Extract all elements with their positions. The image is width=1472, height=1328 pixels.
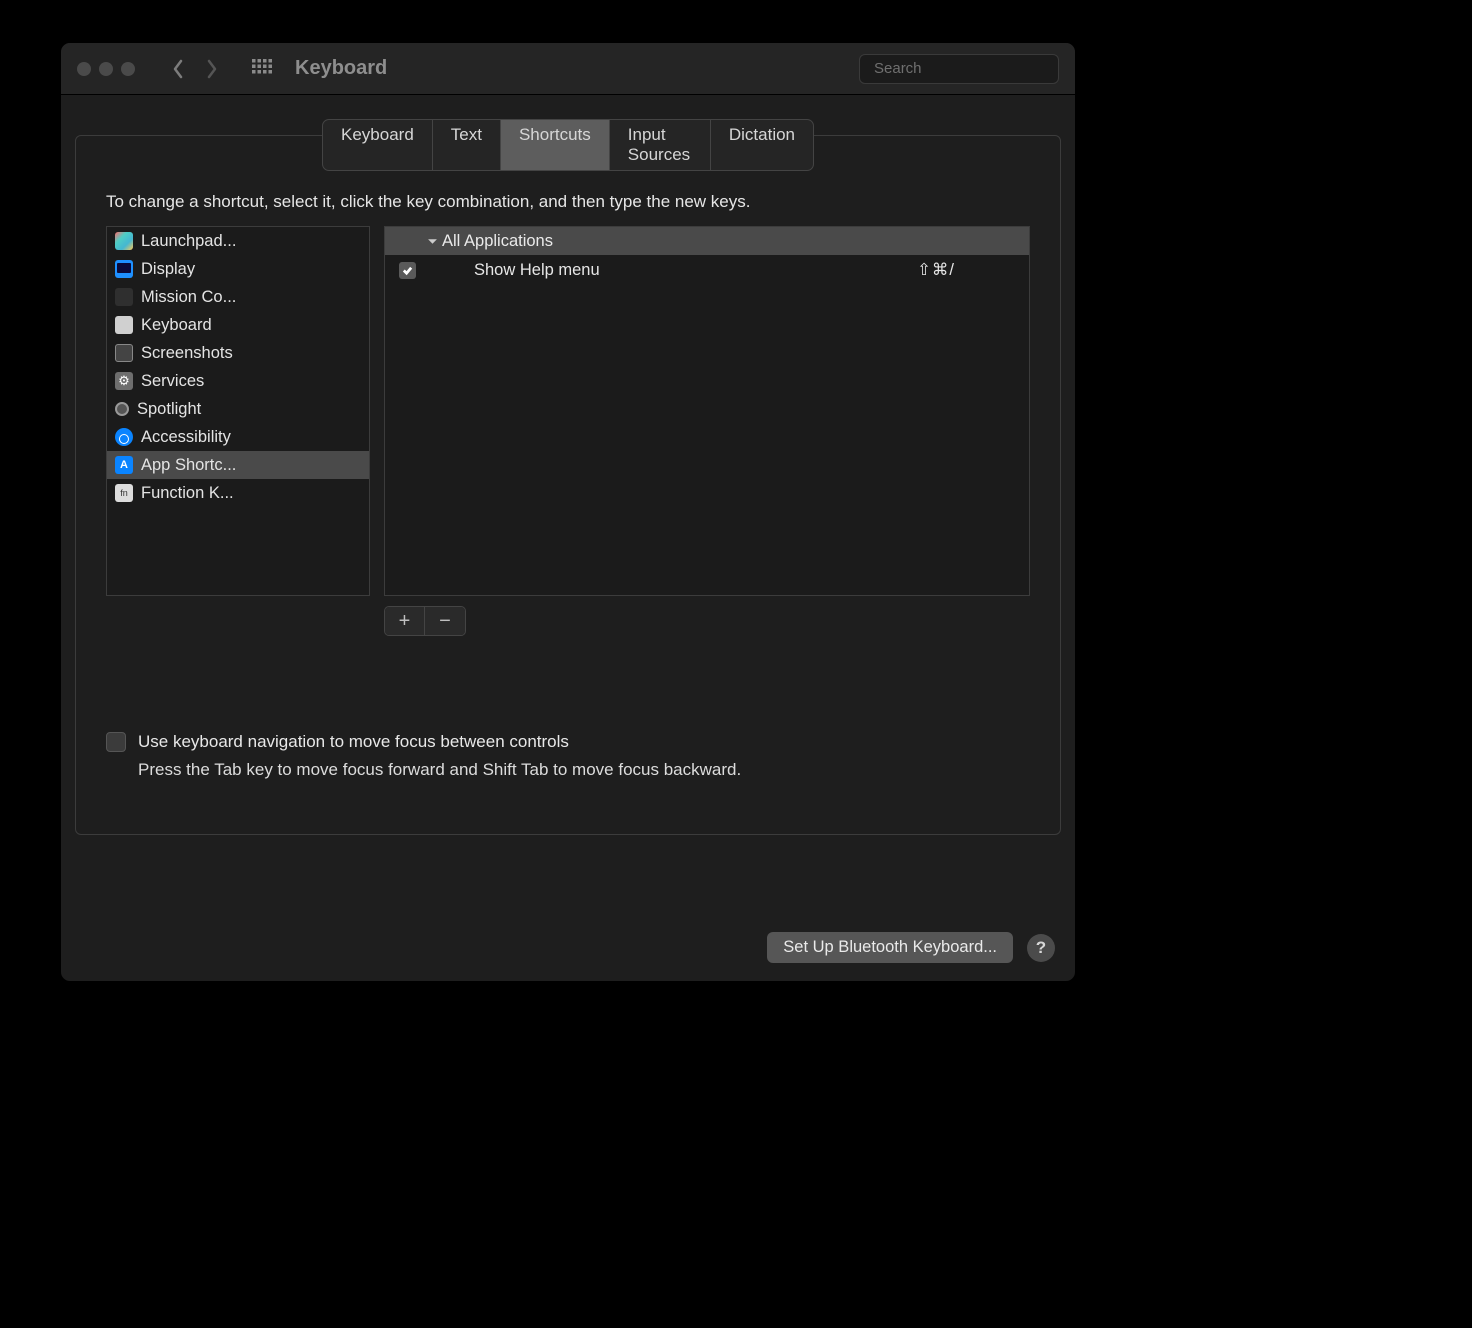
window-controls (77, 62, 135, 76)
add-remove-buttons: + − (384, 606, 466, 636)
remove-button[interactable]: − (425, 607, 465, 635)
shortcuts-group: KeyboardTextShortcutsInput SourcesDictat… (75, 135, 1061, 835)
category-label: Mission Co... (141, 288, 236, 307)
category-keyboard[interactable]: Keyboard (107, 311, 369, 339)
category-mission[interactable]: Mission Co... (107, 283, 369, 311)
category-fn[interactable]: Function K... (107, 479, 369, 507)
setup-bluetooth-button[interactable]: Set Up Bluetooth Keyboard... (767, 932, 1013, 963)
category-services[interactable]: Services (107, 367, 369, 395)
page-title: Keyboard (295, 57, 387, 80)
category-label: Launchpad... (141, 232, 236, 251)
launchpad-icon (115, 232, 133, 250)
tab-dictation[interactable]: Dictation (711, 120, 813, 170)
mission-icon (115, 288, 133, 306)
close-button[interactable] (77, 62, 91, 76)
fn-icon (115, 484, 133, 502)
keyboard-navigation-checkbox[interactable] (106, 732, 126, 752)
show-all-icon[interactable] (247, 54, 277, 84)
category-label: Services (141, 372, 204, 391)
shortcut-row[interactable]: Show Help menu ⇧⌘/ (385, 255, 1029, 285)
category-label: Screenshots (141, 344, 233, 363)
help-button[interactable]: ? (1027, 934, 1055, 962)
keyboard-navigation-label: Use keyboard navigation to move focus be… (138, 732, 569, 752)
instruction-text: To change a shortcut, select it, click t… (106, 192, 1030, 212)
category-label: Spotlight (137, 400, 201, 419)
tree-group-label: All Applications (442, 232, 553, 251)
category-list[interactable]: Launchpad... Display Mission Co... Keyboard… (106, 226, 370, 596)
tab-keyboard[interactable]: Keyboard (323, 120, 433, 170)
keyboard-icon (115, 316, 133, 334)
shortcut-keys[interactable]: ⇧⌘/ (917, 260, 955, 280)
chevron-down-icon (427, 236, 438, 247)
tab-shortcuts[interactable]: Shortcuts (501, 120, 610, 170)
category-accessibility[interactable]: Accessibility (107, 423, 369, 451)
category-spotlight[interactable]: Spotlight (107, 395, 369, 423)
add-button[interactable]: + (385, 607, 425, 635)
screenshots-icon (115, 344, 133, 362)
minimize-button[interactable] (99, 62, 113, 76)
services-icon (115, 372, 133, 390)
titlebar: Keyboard (61, 43, 1075, 95)
keyboard-navigation-desc: Press the Tab key to move focus forward … (138, 760, 1030, 780)
shortcut-tree[interactable]: All Applications Show Help menu ⇧⌘/ (384, 226, 1030, 596)
category-screenshots[interactable]: Screenshots (107, 339, 369, 367)
spotlight-icon (115, 402, 129, 416)
tab-input-sources[interactable]: Input Sources (610, 120, 711, 170)
tree-group-header[interactable]: All Applications (385, 227, 1029, 255)
search-input[interactable] (874, 60, 1073, 77)
shortcut-checkbox[interactable] (399, 262, 416, 279)
category-label: Display (141, 260, 195, 279)
category-label: Keyboard (141, 316, 212, 335)
category-launchpad[interactable]: Launchpad... (107, 227, 369, 255)
tab-bar: KeyboardTextShortcutsInput SourcesDictat… (322, 119, 814, 171)
forward-button[interactable] (199, 56, 225, 82)
appshortcuts-icon (115, 456, 133, 474)
preferences-window: Keyboard KeyboardTextShortcutsInput Sour… (60, 42, 1076, 982)
category-label: Accessibility (141, 428, 231, 447)
display-icon (115, 260, 133, 278)
category-appshortcuts[interactable]: App Shortc... (107, 451, 369, 479)
accessibility-icon (115, 428, 133, 446)
category-display[interactable]: Display (107, 255, 369, 283)
tab-text[interactable]: Text (433, 120, 501, 170)
zoom-button[interactable] (121, 62, 135, 76)
search-field[interactable] (859, 54, 1059, 84)
shortcut-label: Show Help menu (474, 261, 600, 280)
back-button[interactable] (165, 56, 191, 82)
category-label: Function K... (141, 484, 234, 503)
category-label: App Shortc... (141, 456, 236, 475)
